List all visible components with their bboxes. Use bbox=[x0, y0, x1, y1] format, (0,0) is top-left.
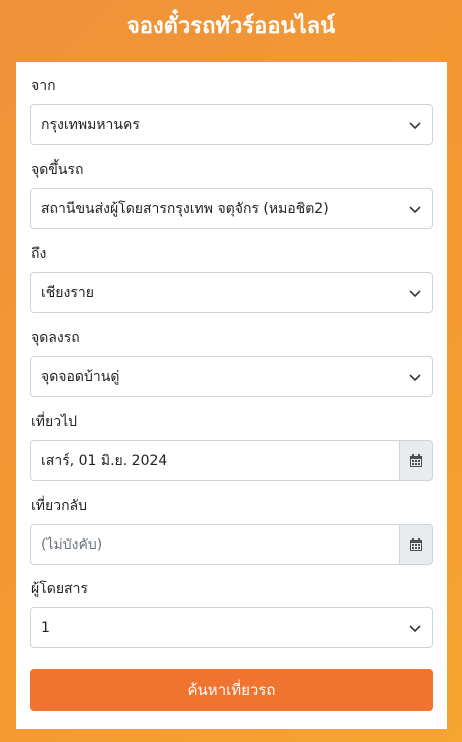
dropoff-select[interactable]: จุดจอดบ้านดู่ bbox=[30, 356, 433, 397]
chevron-down-icon bbox=[409, 625, 421, 633]
search-trips-button[interactable]: ค้นหาเที่ยวรถ bbox=[30, 669, 433, 711]
passengers-value: 1 bbox=[41, 619, 50, 636]
chevron-down-icon bbox=[409, 374, 421, 382]
calendar-icon bbox=[410, 453, 422, 467]
depart-label: เที่ยวไป bbox=[31, 414, 78, 430]
to-select[interactable]: เชียงราย bbox=[30, 272, 433, 313]
passengers-label: ผู้โดยสาร bbox=[31, 581, 88, 597]
return-date-group: (ไม่บังคับ) bbox=[30, 524, 433, 565]
to-value: เชียงราย bbox=[41, 284, 94, 301]
passengers-select[interactable]: 1 bbox=[30, 607, 433, 648]
depart-date-input[interactable]: เสาร์, 01 มิ.ย. 2024 bbox=[30, 440, 399, 481]
return-label: เที่ยวกลับ bbox=[31, 498, 88, 514]
header: จองตั๋วรถทัวร์ออนไลน์ bbox=[0, 0, 462, 50]
boarding-label: จุดขึ้นรถ bbox=[31, 162, 84, 178]
chevron-down-icon bbox=[409, 290, 421, 298]
return-calendar-button[interactable] bbox=[399, 524, 433, 565]
depart-calendar-button[interactable] bbox=[399, 440, 433, 481]
dropoff-value: จุดจอดบ้านดู่ bbox=[41, 368, 120, 385]
from-value: กรุงเทพมหานคร bbox=[41, 116, 140, 133]
page-title: จองตั๋วรถทัวร์ออนไลน์ bbox=[126, 13, 336, 39]
dropoff-label: จุดลงรถ bbox=[31, 330, 80, 346]
chevron-down-icon bbox=[409, 122, 421, 130]
boarding-select[interactable]: สถานีขนส่งผู้โดยสารกรุงเทพ จตุจักร (หมอช… bbox=[30, 188, 433, 229]
booking-form: จาก กรุงเทพมหานคร จุดขึ้นรถ สถานีขนส่งผู… bbox=[16, 62, 447, 729]
depart-date-group: เสาร์, 01 มิ.ย. 2024 bbox=[30, 440, 433, 481]
from-label: จาก bbox=[31, 78, 56, 94]
return-date-input[interactable]: (ไม่บังคับ) bbox=[30, 524, 399, 565]
boarding-value: สถานีขนส่งผู้โดยสารกรุงเทพ จตุจักร (หมอช… bbox=[41, 200, 329, 217]
to-label: ถึง bbox=[31, 246, 47, 262]
from-select[interactable]: กรุงเทพมหานคร bbox=[30, 104, 433, 145]
calendar-icon bbox=[410, 537, 422, 551]
chevron-down-icon bbox=[409, 206, 421, 214]
